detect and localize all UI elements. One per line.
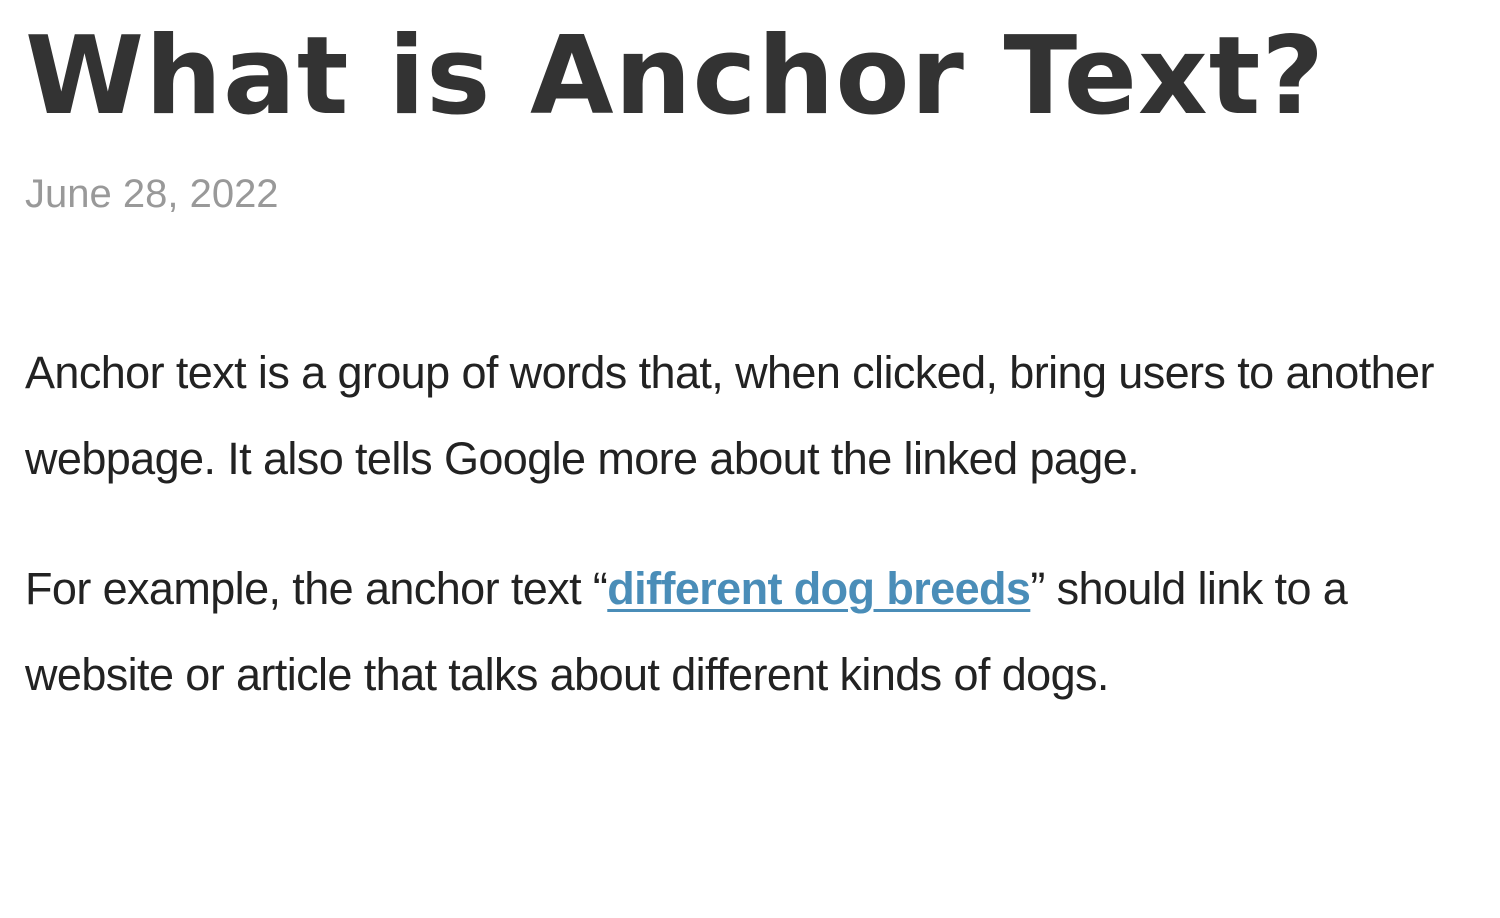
paragraph-definition: Anchor text is a group of words that, wh… xyxy=(25,347,1434,484)
article-title: What is Anchor Text? xyxy=(25,14,1325,139)
paragraph-example-lead: For example, the anchor text “ xyxy=(25,563,608,614)
paragraph-example: For example, the anchor text “different … xyxy=(25,546,1485,718)
article: What is Anchor Text? June 28, 2022 Ancho… xyxy=(25,0,1485,718)
dog-breeds-link[interactable]: different dog breeds xyxy=(607,563,1031,614)
publish-date: June 28, 2022 xyxy=(25,172,279,216)
